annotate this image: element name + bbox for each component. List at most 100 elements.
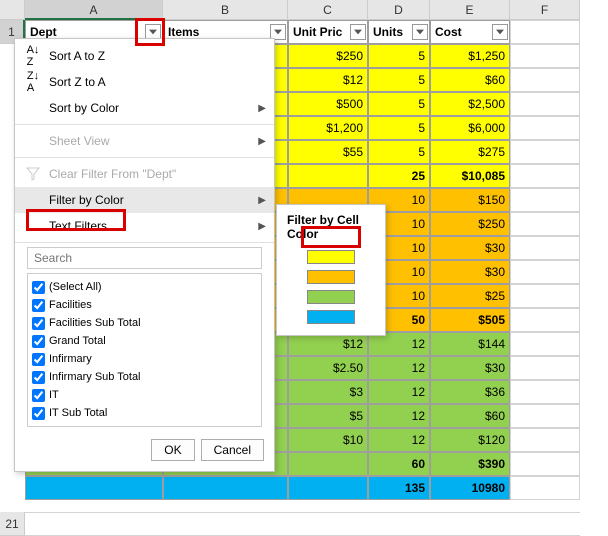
cell[interactable]: 5 [368, 44, 430, 68]
cell[interactable]: $150 [430, 188, 510, 212]
ok-button[interactable]: OK [151, 439, 194, 461]
cell[interactable]: 135 [368, 476, 430, 500]
cell-f1[interactable] [510, 20, 580, 44]
filter-dropdown-icon[interactable] [412, 24, 428, 40]
cell[interactable] [510, 164, 580, 188]
cell[interactable]: $144 [430, 332, 510, 356]
filter-checkbox[interactable] [32, 389, 45, 402]
row-21-empty[interactable] [25, 512, 580, 536]
cell[interactable] [288, 452, 368, 476]
filter-value-item[interactable]: Infirmary [32, 350, 257, 368]
cell[interactable] [510, 236, 580, 260]
filter-value-item[interactable]: IT [32, 386, 257, 404]
cell[interactable] [510, 140, 580, 164]
filter-checkbox[interactable] [32, 353, 45, 366]
filter-checkbox[interactable] [32, 407, 45, 420]
cell[interactable]: $25 [430, 284, 510, 308]
filter-checkbox[interactable] [32, 317, 45, 330]
cell[interactable]: 5 [368, 92, 430, 116]
cell[interactable]: 12 [368, 404, 430, 428]
cell[interactable] [510, 284, 580, 308]
cell[interactable]: $250 [430, 212, 510, 236]
cell[interactable]: $60 [430, 68, 510, 92]
cell[interactable] [510, 188, 580, 212]
header-unit-price[interactable]: Unit Pric [288, 20, 368, 44]
cell[interactable] [510, 452, 580, 476]
cell[interactable] [510, 116, 580, 140]
filter-value-item[interactable]: Infirmary Sub Total [32, 368, 257, 386]
cell[interactable]: 5 [368, 116, 430, 140]
cell[interactable]: $36 [430, 380, 510, 404]
cell[interactable]: $30 [430, 236, 510, 260]
cell[interactable]: $3 [288, 380, 368, 404]
cell[interactable]: $2.50 [288, 356, 368, 380]
filter-checkbox[interactable] [32, 299, 45, 312]
cell[interactable] [25, 476, 163, 500]
color-filter-item[interactable] [277, 307, 385, 327]
filter-value-item[interactable]: (Select All) [32, 278, 257, 296]
cell[interactable] [510, 332, 580, 356]
col-header-a[interactable]: A [25, 0, 163, 20]
cell[interactable]: 12 [368, 380, 430, 404]
cell[interactable]: $30 [430, 356, 510, 380]
cell[interactable]: 5 [368, 140, 430, 164]
header-units[interactable]: Units [368, 20, 430, 44]
cell[interactable] [510, 212, 580, 236]
filter-value-item[interactable]: Facilities Sub Total [32, 314, 257, 332]
search-input[interactable] [27, 247, 262, 269]
cell[interactable] [510, 356, 580, 380]
cell[interactable]: $390 [430, 452, 510, 476]
col-header-c[interactable]: C [288, 0, 368, 20]
cancel-button[interactable]: Cancel [201, 439, 264, 461]
filter-dropdown-icon[interactable] [492, 24, 508, 40]
color-filter-item[interactable] [277, 247, 385, 267]
cell[interactable] [510, 428, 580, 452]
cell[interactable] [163, 476, 288, 500]
cell[interactable]: $30 [430, 260, 510, 284]
cell[interactable]: 25 [368, 164, 430, 188]
cell[interactable] [510, 308, 580, 332]
header-cost[interactable]: Cost [430, 20, 510, 44]
cell[interactable]: $1,200 [288, 116, 368, 140]
cell[interactable]: $60 [430, 404, 510, 428]
cell[interactable]: $5 [288, 404, 368, 428]
sort-z-a[interactable]: Z↓A Sort Z to A [15, 69, 274, 95]
cell[interactable]: $275 [430, 140, 510, 164]
cell[interactable]: 10980 [430, 476, 510, 500]
sort-by-color[interactable]: Sort by Color ▶ [15, 95, 274, 121]
cell[interactable] [510, 44, 580, 68]
cell[interactable]: $12 [288, 68, 368, 92]
filter-value-item[interactable]: IT Sub Total [32, 404, 257, 422]
color-filter-item[interactable] [277, 267, 385, 287]
filter-value-item[interactable]: Grand Total [32, 332, 257, 350]
cell[interactable] [288, 164, 368, 188]
filter-dropdown-icon[interactable] [350, 24, 366, 40]
col-header-b[interactable]: B [163, 0, 288, 20]
cell[interactable]: $500 [288, 92, 368, 116]
filter-by-color[interactable]: Filter by Color ▶ [15, 187, 274, 213]
cell[interactable]: $2,500 [430, 92, 510, 116]
cell[interactable] [510, 476, 580, 500]
filter-checkbox[interactable] [32, 371, 45, 384]
filter-checkbox[interactable] [32, 281, 45, 294]
cell[interactable] [510, 260, 580, 284]
cell[interactable]: 12 [368, 428, 430, 452]
text-filters[interactable]: Text Filters ▶ [15, 213, 274, 239]
cell[interactable] [510, 92, 580, 116]
row-header-21[interactable]: 21 [0, 512, 25, 536]
col-header-f[interactable]: F [510, 0, 580, 20]
color-filter-item[interactable] [277, 287, 385, 307]
col-header-d[interactable]: D [368, 0, 430, 20]
filter-checkbox[interactable] [32, 335, 45, 348]
cell[interactable]: $55 [288, 140, 368, 164]
filter-value-item[interactable]: Facilities [32, 296, 257, 314]
filter-values-list[interactable]: (Select All)FacilitiesFacilities Sub Tot… [27, 273, 262, 427]
cell[interactable]: $505 [430, 308, 510, 332]
sort-a-z[interactable]: A↓Z Sort A to Z [15, 43, 274, 69]
select-all-corner[interactable] [0, 0, 25, 20]
cell[interactable]: 60 [368, 452, 430, 476]
cell[interactable]: $6,000 [430, 116, 510, 140]
cell[interactable]: $120 [430, 428, 510, 452]
cell[interactable] [510, 404, 580, 428]
cell[interactable] [510, 68, 580, 92]
